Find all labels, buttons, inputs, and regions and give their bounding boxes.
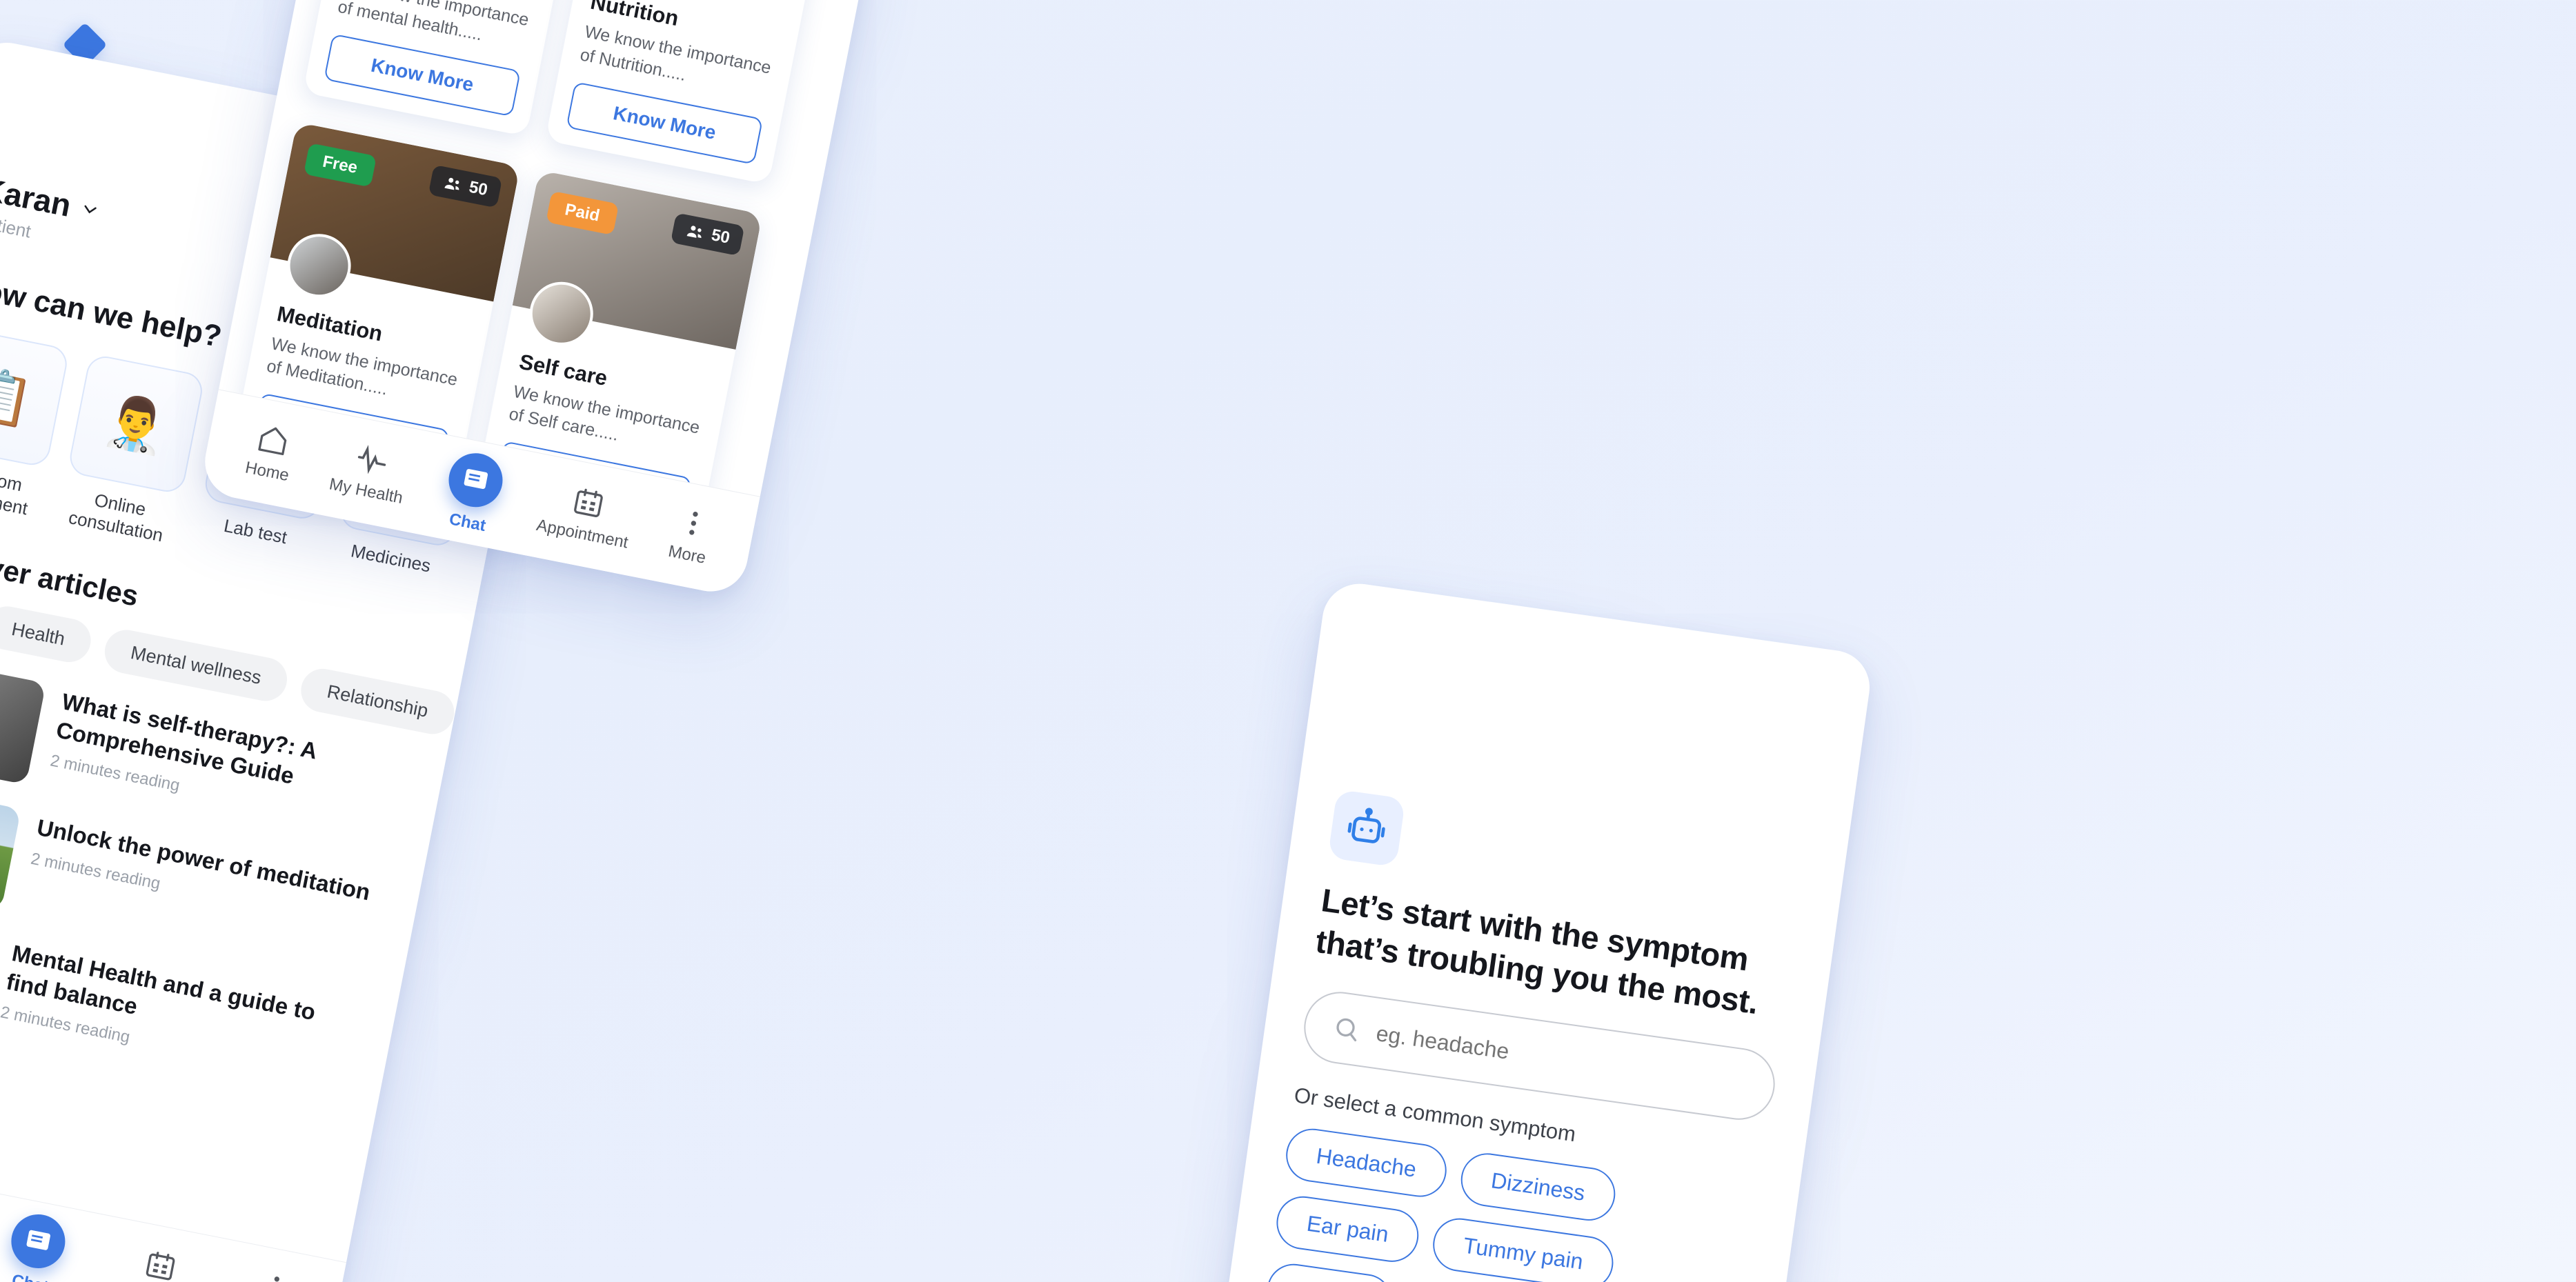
clipboard-icon: 📋 [0,362,38,432]
tab-more[interactable]: More [666,503,715,568]
symptom-chip-dizziness[interactable]: Dizziness [1457,1150,1619,1225]
symptom-assessment-screen: Let’s start with the symptom that’s trou… [1223,579,1874,1282]
pulse-icon [358,444,386,474]
dots-icon [274,1276,279,1281]
home-icon [258,427,287,455]
paid-badge: Paid [546,190,619,235]
tab-appointment[interactable]: Appointment [535,478,637,553]
search-input[interactable] [1374,1020,1748,1098]
participant-count: 50 [709,225,732,248]
people-icon [686,225,702,238]
article-thumbnail [0,652,46,785]
discover-card[interactable]: Nutrition We know the importance of Nutr… [545,0,834,185]
tab-chat[interactable]: Chat [439,448,508,537]
robot-icon [1327,789,1406,868]
calendar-icon [573,488,603,517]
bottom-navigation: Home My Health Chat Appointment More [0,1145,347,1282]
calendar-icon [146,1251,175,1280]
card-hero-image: Free 50 [270,121,521,303]
tab-label: Home [244,457,291,485]
tab-more[interactable]: More [248,1269,297,1282]
tab-label: My Health [328,474,405,508]
tab-my-health[interactable]: My Health [328,437,412,508]
quick-action-label: Symptom assessment [0,460,30,519]
quick-action-symptom-assessment[interactable]: 📋 [0,326,70,468]
discover-card[interactable]: Mental wellness We know the importance o… [303,0,592,137]
tab-appointment[interactable]: Appointment [107,1241,210,1282]
chevron-down-icon [84,205,97,214]
symptom-chip-headache[interactable]: Headache [1282,1125,1450,1201]
chat-icon [26,1230,51,1250]
chat-fab[interactable] [444,448,508,512]
tab-label: Appointment [535,515,630,552]
filter-chip-relationship[interactable]: Relationship [297,665,458,739]
symptom-chip-ear-pain[interactable]: Ear pain [1273,1193,1423,1266]
quick-action-online-consultation[interactable]: 👨‍⚕️ [66,353,206,495]
tab-home[interactable]: Home [244,420,298,485]
tab-label: Chat [447,509,488,535]
discover-screen: Mental wellness We know the importance o… [198,0,892,598]
tab-label: More [666,541,708,568]
symptom-chip-cough[interactable]: Cough [1263,1261,1396,1282]
tab-label: Chat [10,1270,50,1282]
quick-action-label: Online consultation [67,489,165,546]
participant-count-badge: 50 [428,164,503,208]
article-thumbnail [0,778,21,911]
people-icon [444,177,459,190]
symptom-chip-tummy-pain[interactable]: Tummy pain [1429,1214,1617,1282]
greeting-name: Karan [0,170,75,224]
dots-icon [688,511,698,535]
tab-chat[interactable]: Chat [2,1209,70,1282]
participant-count-badge: 50 [671,212,745,256]
doctor-icon: 👨‍⚕️ [99,389,173,459]
chat-icon [464,468,488,489]
free-badge: Free [304,142,377,188]
card-hero-image: Paid 50 [512,170,763,351]
chat-fab[interactable] [6,1209,70,1273]
filter-chip-health[interactable]: Health [0,603,95,667]
participant-count: 50 [467,177,490,199]
search-icon [1336,1019,1357,1042]
